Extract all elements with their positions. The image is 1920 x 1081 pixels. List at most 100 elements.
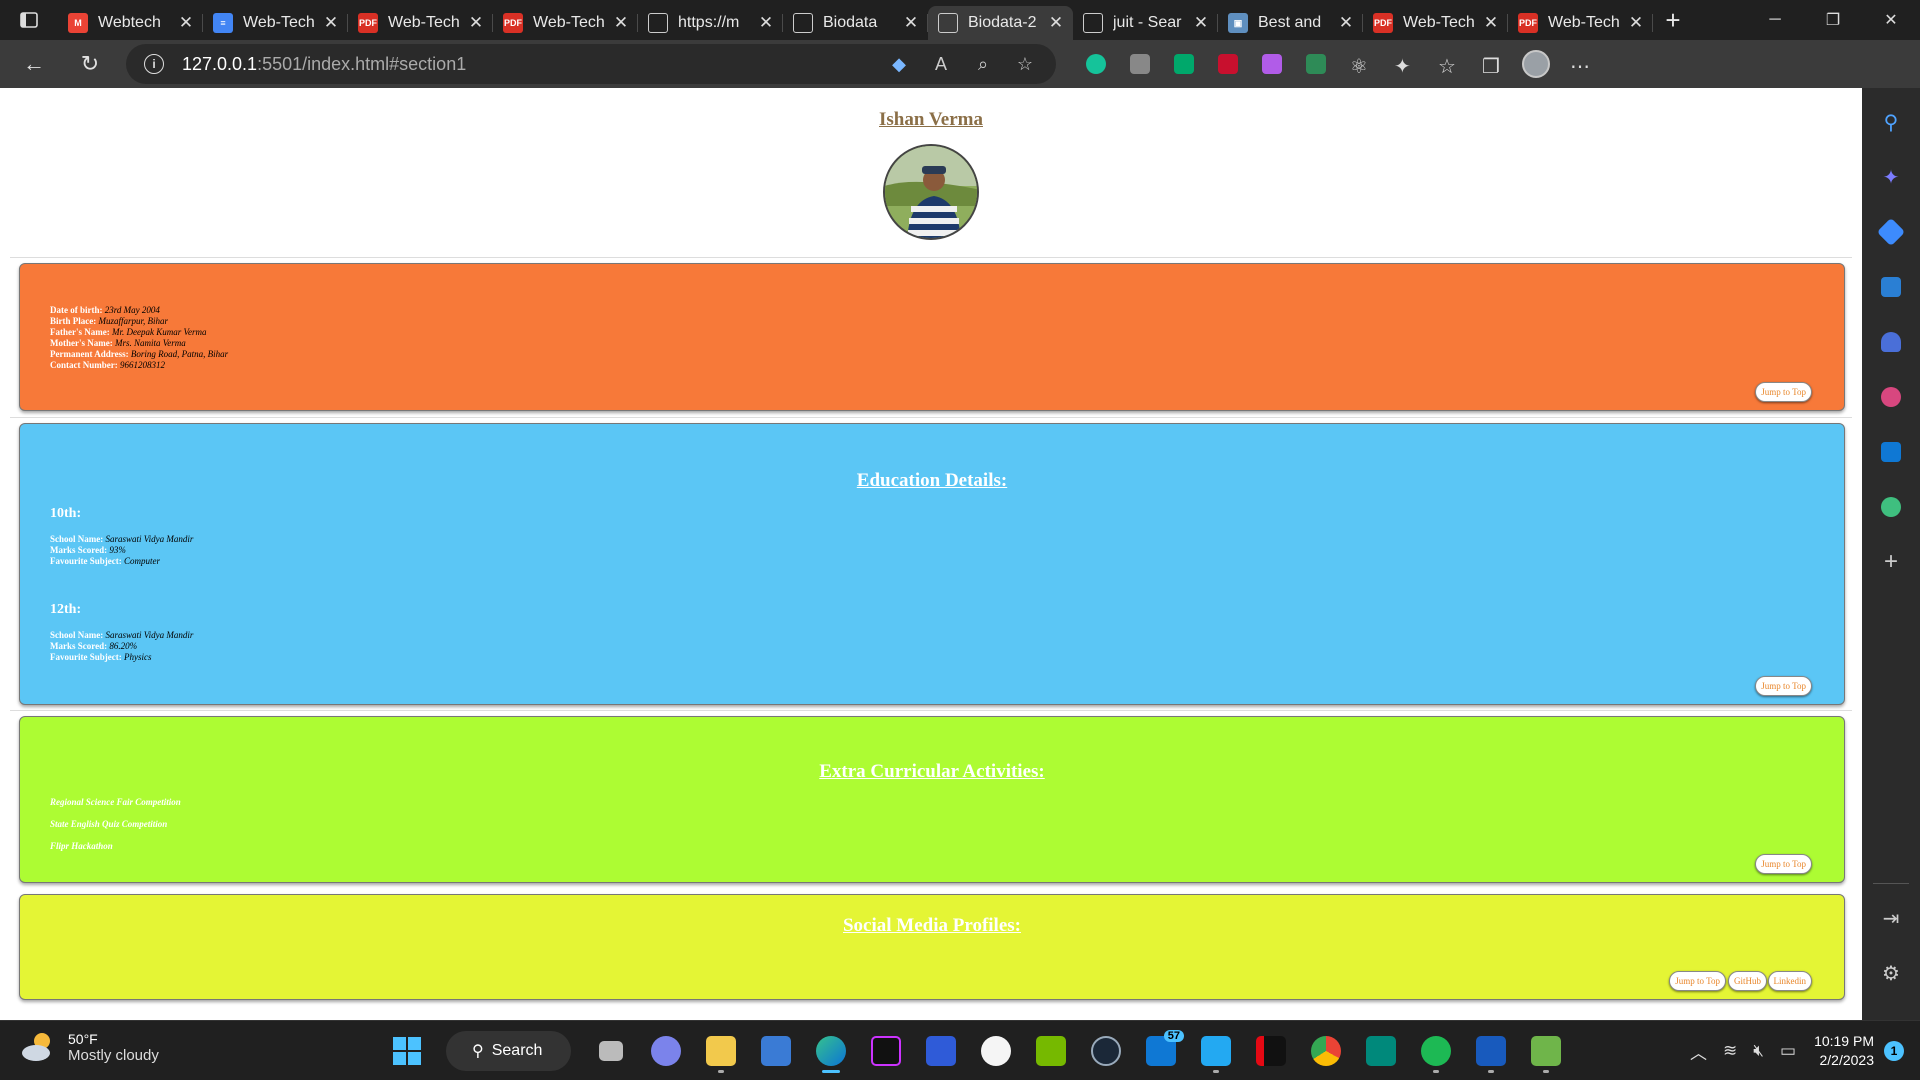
tree-extension-icon[interactable]: [1294, 44, 1338, 84]
detail-label: Birth Place:: [50, 316, 97, 326]
games-icon[interactable]: [1871, 322, 1911, 362]
profile-avatar[interactable]: [1514, 44, 1558, 84]
settings-more-icon[interactable]: ⋯: [1558, 44, 1602, 84]
vm-extension-icon[interactable]: [1206, 44, 1250, 84]
maximize-button[interactable]: ❐: [1804, 0, 1862, 40]
tab-close-icon[interactable]: ✕: [612, 13, 630, 33]
vscode-icon[interactable]: [1188, 1027, 1243, 1075]
jump-to-top-button[interactable]: Jump to Top: [1755, 676, 1812, 696]
address-bar[interactable]: i 127.0.0.1:5501/index.html#section1 ◆ A…: [126, 44, 1056, 84]
jump-to-top-button[interactable]: Jump to Top: [1669, 971, 1726, 991]
browser-tab[interactable]: juit - Sear ✕: [1073, 6, 1218, 40]
minimize-button[interactable]: ─: [1746, 0, 1804, 40]
tab-strip: M Webtech ✕ ≡ Web-Tech ✕ PDF Web-Tech ✕ PDF Web-Te…: [58, 0, 1653, 40]
tab-close-icon[interactable]: ✕: [1482, 13, 1500, 33]
nvidia-icon[interactable]: [1023, 1027, 1078, 1075]
office-icon[interactable]: [1871, 377, 1911, 417]
add-sidebar-icon[interactable]: +: [1871, 542, 1911, 582]
intellij-icon[interactable]: [858, 1027, 913, 1075]
browser-tab[interactable]: ≡ Web-Tech ✕: [203, 6, 348, 40]
taskbar-search[interactable]: ⚲ Search: [446, 1031, 571, 1071]
shopping-icon[interactable]: [1871, 212, 1911, 252]
tab-close-icon[interactable]: ✕: [322, 13, 340, 33]
tab-close-icon[interactable]: ✕: [902, 13, 920, 33]
tab-close-icon[interactable]: ✕: [1337, 13, 1355, 33]
close-window-button[interactable]: ✕: [1862, 0, 1920, 40]
read-aloud-icon[interactable]: A: [920, 54, 962, 75]
refresh-button[interactable]: ↻: [68, 44, 112, 84]
github-button[interactable]: GitHub: [1728, 971, 1767, 991]
wifi-icon[interactable]: ≋: [1723, 1041, 1737, 1061]
pen-extension-icon[interactable]: [1250, 44, 1294, 84]
browser-tab[interactable]: Biodata-2 ✕: [928, 6, 1073, 40]
netflix-icon[interactable]: [1243, 1027, 1298, 1075]
tab-close-icon[interactable]: ✕: [1627, 13, 1645, 33]
tab-actions-button[interactable]: [0, 0, 58, 40]
browser-tab[interactable]: M Webtech ✕: [58, 6, 203, 40]
steam-icon[interactable]: [1078, 1027, 1133, 1075]
tree-icon[interactable]: [1871, 487, 1911, 527]
jump-to-top-button[interactable]: Jump to Top: [1755, 854, 1812, 874]
linkedin-button[interactable]: Linkedin: [1767, 971, 1812, 991]
add-favorite-icon[interactable]: ☆: [1004, 54, 1046, 75]
browser-tab[interactable]: PDF Web-Tech ✕: [1508, 6, 1653, 40]
edge-icon[interactable]: [803, 1027, 858, 1075]
start-button[interactable]: [379, 1027, 434, 1075]
copy-extension-icon[interactable]: [1118, 44, 1162, 84]
task-view-icon[interactable]: [583, 1027, 638, 1075]
chevron-up-icon[interactable]: ︿: [1690, 1039, 1707, 1064]
volume-muted-icon[interactable]: 🔇︎: [1753, 1041, 1764, 1061]
notification-badge[interactable]: 1: [1884, 1041, 1904, 1061]
browser-tab[interactable]: PDF Web-Tech ✕: [348, 6, 493, 40]
teams-chat-icon[interactable]: [638, 1027, 693, 1075]
new-tab-button[interactable]: +: [1653, 0, 1693, 40]
tab-favicon: [1083, 13, 1103, 33]
browser-tab[interactable]: PDF Web-Tech ✕: [1363, 6, 1508, 40]
meet-extension-icon[interactable]: [1162, 44, 1206, 84]
spotify-icon[interactable]: [1408, 1027, 1463, 1075]
extra-curricular-title: Extra Curricular Activities:: [819, 761, 1045, 782]
favorites-icon[interactable]: ☆: [1426, 44, 1470, 84]
weather-widget[interactable]: 50°F Mostly cloudy: [20, 1029, 159, 1065]
browser-tab[interactable]: https://m ✕: [638, 6, 783, 40]
zoom-icon[interactable]: ⌕: [962, 54, 1004, 75]
word-icon[interactable]: [1463, 1027, 1518, 1075]
extensions-icon[interactable]: ✦: [1382, 44, 1426, 84]
notepad-icon[interactable]: [1518, 1027, 1573, 1075]
react-devtools-icon[interactable]: ⚛: [1338, 44, 1382, 84]
tag-icon[interactable]: ◆: [878, 54, 920, 75]
chrome-icon[interactable]: [1298, 1027, 1353, 1075]
back-button[interactable]: ←: [12, 44, 56, 84]
browser-tab[interactable]: PDF Web-Tech ✕: [493, 6, 638, 40]
detail-value: 93%: [109, 545, 126, 555]
browser-tab[interactable]: ▣ Best and ✕: [1218, 6, 1363, 40]
meet-icon[interactable]: [1353, 1027, 1408, 1075]
detail-label: Favourite Subject:: [50, 556, 122, 566]
gear-icon[interactable]: ⚙: [1871, 953, 1911, 993]
clock[interactable]: 10:19 PM 2/2/2023: [1814, 1032, 1874, 1070]
site-info-icon[interactable]: i: [144, 54, 164, 74]
outlook-icon[interactable]: [1871, 432, 1911, 472]
battery-icon[interactable]: ▭: [1780, 1041, 1796, 1061]
tab-close-icon[interactable]: ✕: [1192, 13, 1210, 33]
browser-tab[interactable]: Biodata ✕: [783, 6, 928, 40]
copilot-icon[interactable]: ✦: [1871, 157, 1911, 197]
ai-app-icon[interactable]: [913, 1027, 968, 1075]
search-icon[interactable]: ⚲: [1871, 102, 1911, 142]
tab-close-icon[interactable]: ✕: [177, 13, 195, 33]
tab-close-icon[interactable]: ✕: [757, 13, 775, 33]
tab-close-icon[interactable]: ✕: [467, 13, 485, 33]
tools-icon[interactable]: [1871, 267, 1911, 307]
jump-to-top-button[interactable]: Jump to Top: [1755, 382, 1812, 402]
twelfth-details-list: School Name: Saraswati Vidya Mandir Marks…: [50, 630, 193, 663]
tab-close-icon[interactable]: ✕: [1047, 13, 1065, 33]
clock-time: 10:19 PM: [1814, 1033, 1874, 1049]
hide-sidebar-icon[interactable]: ⇥: [1871, 898, 1911, 938]
word-web-icon[interactable]: [968, 1027, 1023, 1075]
mail-icon[interactable]: 57: [1133, 1027, 1188, 1075]
grammarly-icon[interactable]: [1074, 44, 1118, 84]
collections-icon[interactable]: ❐: [1470, 44, 1514, 84]
detail-row: Date of birth: 23rd May 2004: [50, 305, 228, 316]
store-icon[interactable]: [748, 1027, 803, 1075]
file-explorer-icon[interactable]: [693, 1027, 748, 1075]
